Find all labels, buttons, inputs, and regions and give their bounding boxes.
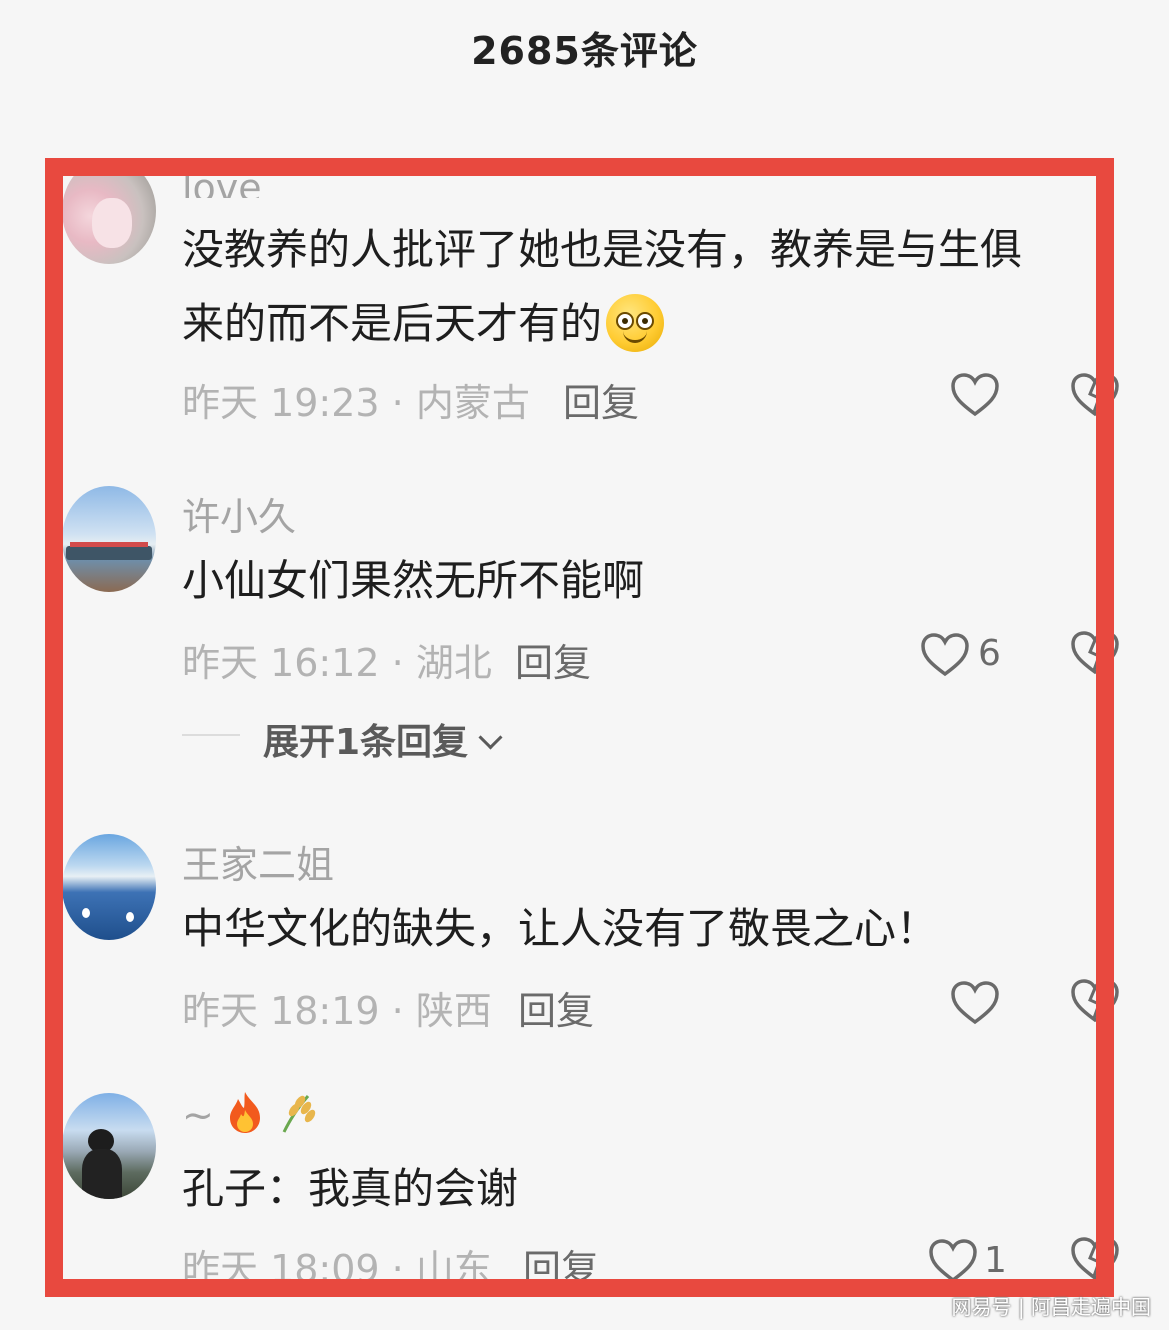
reply-button[interactable]: 回复 xyxy=(563,372,639,427)
comment-username[interactable]: ~ xyxy=(182,1091,320,1140)
comment-username[interactable]: love xyxy=(182,162,262,198)
watermark: 网易号 | 阿昌走遍中国 xyxy=(951,1295,1151,1319)
comment-text: 没教养的人批评了她也是没有，教养是与生俱 来的而不是后天才有的 xyxy=(182,213,1022,361)
avatar[interactable] xyxy=(62,486,156,592)
chevron-down-icon xyxy=(478,725,503,750)
comment-meta: 昨天 19:23 · 内蒙古 xyxy=(182,381,530,425)
like-heart-icon[interactable] xyxy=(950,372,1000,418)
like-heart-icon[interactable] xyxy=(920,632,970,678)
comment-username[interactable]: 王家二姐 xyxy=(182,834,334,889)
avatar[interactable] xyxy=(62,1093,156,1199)
like-count: 6 xyxy=(978,633,1001,674)
comment-meta: 昨天 18:19 · 陕西 xyxy=(182,989,492,1033)
comment-meta: 昨天 18:09 · 山东 xyxy=(182,1247,492,1291)
comment-username[interactable]: 许小久 xyxy=(182,486,296,541)
dislike-heart-icon[interactable] xyxy=(1070,1236,1120,1282)
reply-button[interactable]: 回复 xyxy=(523,1238,599,1293)
dislike-heart-icon[interactable] xyxy=(1070,978,1120,1024)
avatar[interactable] xyxy=(62,834,156,940)
reply-button[interactable]: 回复 xyxy=(515,632,591,687)
comment-text: 中华文化的缺失，让人没有了敬畏之心！ xyxy=(182,904,939,953)
expand-divider xyxy=(182,734,240,736)
expand-replies-button[interactable]: 展开1条回复 xyxy=(263,713,503,765)
like-count: 1 xyxy=(984,1240,1007,1281)
comment-meta: 昨天 16:12 · 湖北 xyxy=(182,641,492,685)
like-heart-icon[interactable] xyxy=(950,980,1000,1026)
comment-list: love 没教养的人批评了她也是没有，教养是与生俱 来的而不是后天才有的 昨天 … xyxy=(0,0,1169,1330)
dislike-heart-icon[interactable] xyxy=(1070,630,1120,676)
comment-text: 孔子：我真的会谢 xyxy=(182,1164,519,1213)
like-heart-icon[interactable] xyxy=(928,1238,978,1284)
rice-ear-emoji xyxy=(282,1094,316,1133)
dislike-heart-icon[interactable] xyxy=(1070,372,1120,418)
avatar[interactable] xyxy=(62,158,156,264)
smiling-face-emoji xyxy=(606,293,665,352)
comment-text: 小仙女们果然无所不能啊 xyxy=(182,556,645,605)
reply-button[interactable]: 回复 xyxy=(518,980,594,1035)
fire-emoji xyxy=(229,1091,260,1133)
